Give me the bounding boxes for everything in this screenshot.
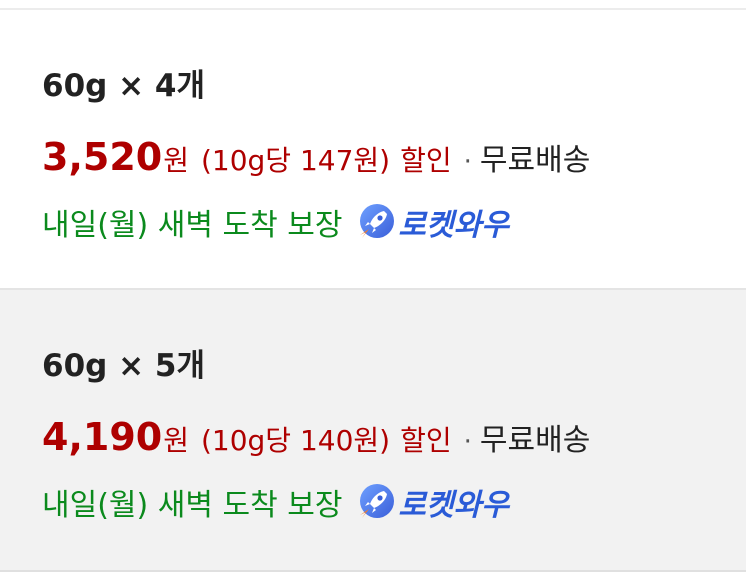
separator-dot: · <box>463 147 472 177</box>
option-item-4-pack[interactable]: 60g × 4개 3,520 원 (10g당 147원) 할인 · 무료배송 내… <box>0 10 746 290</box>
option-item-5-pack[interactable]: 60g × 5개 4,190 원 (10g당 140원) 할인 · 무료배송 내… <box>0 290 746 572</box>
option-title: 60g × 4개 <box>42 68 205 104</box>
sale-price: 4,190 <box>42 415 163 459</box>
price-row: 3,520 원 (10g당 147원) 할인 · 무료배송 <box>42 135 590 179</box>
rocket-icon <box>360 204 395 238</box>
delivery-guarantee: 내일(월) 새벽 도착 보장 <box>42 488 343 523</box>
free-shipping-label: 무료배송 <box>479 143 591 178</box>
delivery-row: 내일(월) 새벽 도착 보장 로켓와우 <box>42 200 509 244</box>
delivery-row: 내일(월) 새벽 도착 보장 로켓와우 <box>42 480 509 524</box>
sale-price: 3,520 <box>42 135 163 179</box>
free-shipping-label: 무료배송 <box>479 423 591 458</box>
discount-label: 할인 <box>400 144 452 177</box>
separator-dot: · <box>463 427 472 457</box>
price-currency: 원 <box>163 144 189 177</box>
rocket-wow-badge: 로켓와우 <box>356 480 509 524</box>
delivery-guarantee: 내일(월) 새벽 도착 보장 <box>42 208 343 243</box>
bottom-strip <box>0 572 746 585</box>
rocket-wow-label: 로켓와우 <box>398 208 509 243</box>
unit-price: (10g당 140원) <box>200 424 391 457</box>
unit-price: (10g당 147원) <box>200 144 391 177</box>
price-currency: 원 <box>163 424 189 457</box>
product-option-list: 60g × 4개 3,520 원 (10g당 147원) 할인 · 무료배송 내… <box>0 0 746 585</box>
option-title: 60g × 5개 <box>42 348 205 384</box>
rocket-wow-label: 로켓와우 <box>398 488 509 523</box>
discount-label: 할인 <box>400 424 452 457</box>
price-row: 4,190 원 (10g당 140원) 할인 · 무료배송 <box>42 415 590 459</box>
top-divider <box>0 0 746 10</box>
rocket-icon <box>360 484 395 518</box>
rocket-wow-badge: 로켓와우 <box>356 200 509 244</box>
